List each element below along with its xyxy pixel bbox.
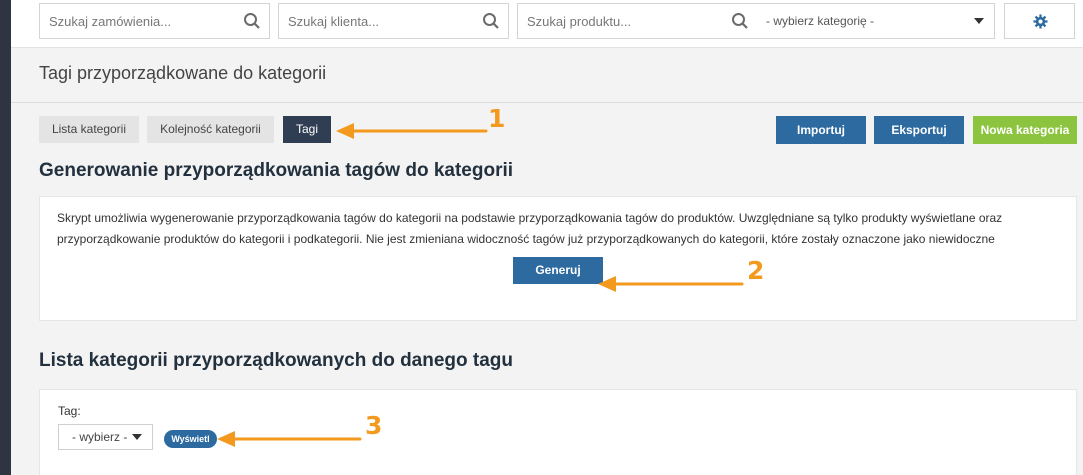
tag-label: Tag: <box>58 404 81 418</box>
list-section-heading: Lista kategorii przyporządkowanych do da… <box>39 350 514 371</box>
category-select[interactable]: - wybierz kategorię - <box>766 4 994 38</box>
import-button[interactable]: Importuj <box>776 116 866 144</box>
annotation-marker-1: 1 <box>488 104 506 133</box>
tab-category-order[interactable]: Kolejność kategorii <box>147 116 274 143</box>
gear-icon <box>1033 14 1048 29</box>
annotation-marker-3: 3 <box>365 411 383 440</box>
tab-tags[interactable]: Tagi <box>283 116 331 143</box>
new-category-button[interactable]: Nowa kategoria <box>973 116 1077 144</box>
chevron-down-icon <box>132 434 142 440</box>
tab-category-list[interactable]: Lista kategorii <box>39 116 139 143</box>
annotation-marker-2: 2 <box>747 256 765 285</box>
generate-card: Skrypt umożliwia wygenerowanie przyporzą… <box>39 196 1077 321</box>
show-button[interactable]: Wyświetl <box>164 430 217 448</box>
search-icon[interactable] <box>243 12 261 30</box>
sidebar-edge <box>0 0 11 475</box>
generate-button[interactable]: Generuj <box>513 257 603 284</box>
order-search-box <box>39 3 270 39</box>
search-icon[interactable] <box>482 12 500 30</box>
client-search-box <box>278 3 509 39</box>
export-button[interactable]: Eksportuj <box>874 116 964 144</box>
generate-section-heading: Generowanie przyporządkowania tagów do k… <box>39 160 514 181</box>
tag-select[interactable]: - wybierz - <box>58 424 153 450</box>
page-title: Tagi przyporządkowane do kategorii <box>39 63 327 83</box>
top-search-bar: - wybierz kategorię - <box>11 0 1083 48</box>
product-search-box: - wybierz kategorię - <box>517 3 995 39</box>
product-search-input[interactable] <box>527 4 727 38</box>
tag-list-card: Tag: - wybierz - Wyświetl <box>39 389 1077 475</box>
chevron-down-icon <box>974 18 984 24</box>
search-icon[interactable] <box>731 12 749 30</box>
settings-button[interactable] <box>1004 3 1075 39</box>
divider <box>11 102 1083 103</box>
category-select-value: - wybierz kategorię - <box>766 14 875 28</box>
tag-select-value: - wybierz - <box>72 430 128 444</box>
order-search-input[interactable] <box>49 4 229 38</box>
client-search-input[interactable] <box>288 4 468 38</box>
generate-description: Skrypt umożliwia wygenerowanie przyporzą… <box>57 211 1003 246</box>
annotation-arrowhead-1 <box>336 123 354 139</box>
